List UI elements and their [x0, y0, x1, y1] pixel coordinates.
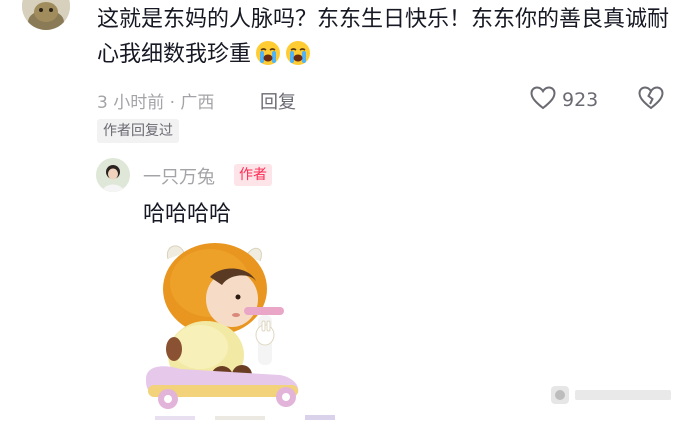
like-button[interactable]: 923 [530, 86, 598, 114]
reply-sticker[interactable] [140, 237, 310, 413]
commenter-avatar[interactable] [22, 0, 70, 30]
commenter-avatar-image [22, 0, 70, 30]
reply-avatar[interactable] [96, 158, 130, 192]
dislike-button[interactable] [638, 86, 664, 114]
comment-meta: 3 小时前 · 广西 [97, 92, 215, 113]
author-tag: 作者 [234, 164, 272, 186]
reply-username[interactable]: 一只万兔 [143, 163, 215, 189]
broken-heart-outline-icon [638, 86, 664, 114]
loudly-crying-face-icon [255, 40, 281, 66]
loudly-crying-face-icon [285, 40, 311, 66]
reply-button[interactable]: 回复 [260, 88, 296, 114]
like-count: 923 [562, 89, 599, 111]
reply-text: 哈哈哈哈 [143, 202, 232, 227]
weibo-watermark-icon [551, 384, 679, 406]
heart-outline-icon [530, 86, 556, 114]
comment-text: 这就是东妈的人脉吗？东东生日快乐！东东你的善良真诚耐心我细数我珍重 [97, 7, 670, 67]
child-in-bear-costume-on-scooter-sticker [146, 243, 299, 409]
next-item-edge [155, 405, 355, 420]
author-replied-badge: 作者回复过 [97, 119, 179, 143]
reply-avatar-image [96, 158, 130, 192]
